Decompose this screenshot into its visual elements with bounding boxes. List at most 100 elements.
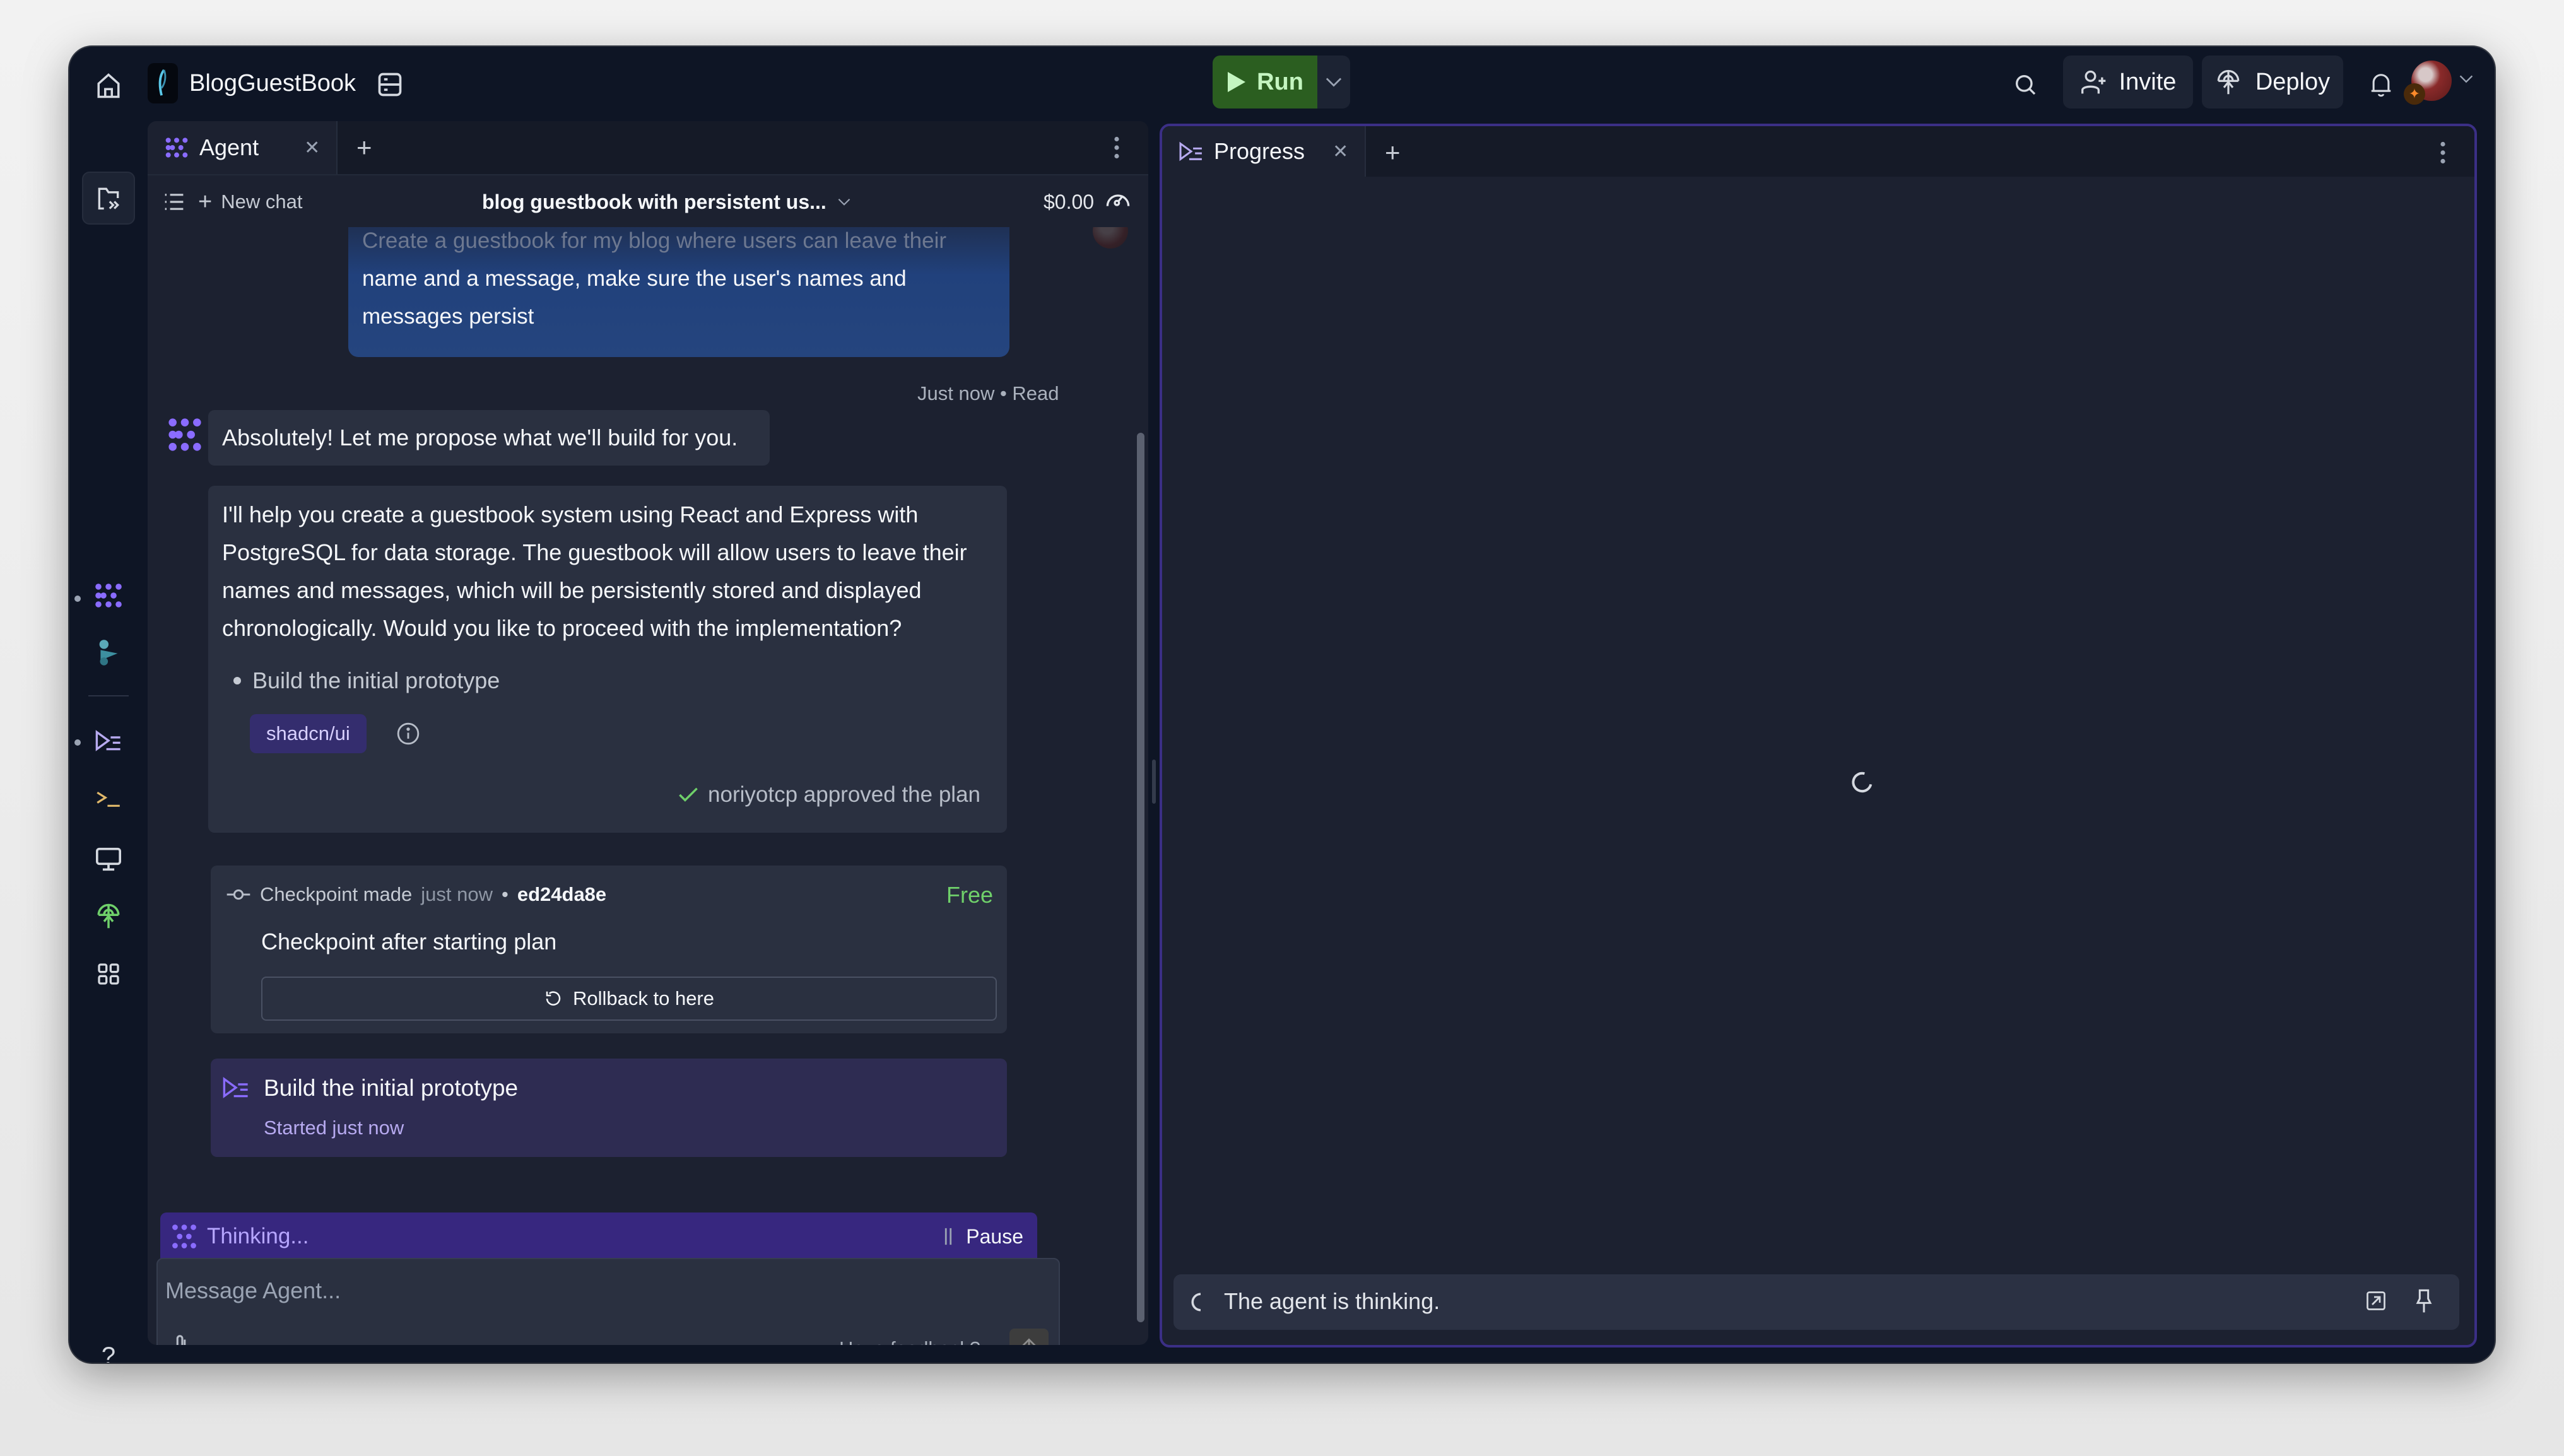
checkpoint-hash: ed24da8e — [517, 883, 607, 905]
invite-button[interactable]: Invite — [2063, 56, 2193, 109]
pin-button[interactable] — [2415, 1288, 2440, 1316]
open-external-icon — [2367, 1291, 2385, 1310]
agent-tab-bar: Agent ✕ + — [148, 121, 1148, 174]
agent-active-dot — [74, 596, 81, 602]
run-button[interactable]: Run — [1213, 56, 1317, 109]
pause-button[interactable]: Pause — [943, 1221, 1023, 1252]
add-tab-button[interactable]: + — [338, 121, 391, 174]
list-icon — [165, 194, 184, 210]
rail-divider — [88, 695, 129, 696]
chat-history-button[interactable] — [162, 189, 187, 214]
rail-shell-button[interactable] — [82, 772, 135, 825]
approved-text: noriyotcp approved the plan — [708, 782, 980, 807]
chat-title: blog guestbook with persistent us... — [482, 190, 826, 213]
agent-icon — [95, 584, 122, 608]
help-icon: ? — [101, 1342, 116, 1363]
rail-webview-button[interactable] — [82, 833, 135, 886]
progress-tab-bar: Progress ✕ + — [1162, 126, 2474, 177]
progress-panel-menu[interactable] — [2430, 139, 2455, 167]
add-tab-button[interactable]: + — [1366, 126, 1419, 179]
chevron-down-icon — [838, 198, 850, 206]
thinking-bar: Thinking... Pause — [160, 1212, 1037, 1259]
close-tab-icon[interactable]: ✕ — [1332, 141, 1348, 163]
folder-icon — [98, 187, 120, 210]
pause-icon — [945, 1228, 952, 1245]
run-options-dropdown[interactable] — [1317, 56, 1350, 109]
arrow-up-icon — [1022, 1338, 1036, 1345]
feedback-link[interactable]: Have feedback? — [839, 1337, 980, 1345]
message-input[interactable] — [165, 1272, 796, 1310]
checkpoint-price: Free — [946, 882, 993, 908]
loading-spinner-icon — [1187, 1291, 1211, 1315]
add-user-icon — [2081, 70, 2105, 94]
home-icon[interactable] — [91, 68, 126, 103]
message-meta: Just now • Read — [917, 382, 1059, 404]
agent-panel-menu[interactable] — [1104, 134, 1129, 161]
checkpoint-time: just now — [421, 883, 493, 905]
plan-card: I'll help you create a guestbook system … — [208, 486, 1007, 833]
send-button[interactable] — [1009, 1329, 1049, 1345]
agent-icon — [172, 1224, 196, 1248]
progress-panel: Progress ✕ + The agent is thinking. — [1160, 124, 2477, 1347]
agent-avatar-icon — [167, 416, 204, 454]
checkpoint-title: Checkpoint after starting plan — [261, 929, 557, 954]
rail-deployments-button[interactable] — [82, 889, 135, 942]
rail-assistant-button[interactable] — [82, 626, 135, 679]
tab-progress[interactable]: Progress ✕ — [1162, 126, 1367, 177]
progress-active-dot — [74, 739, 81, 746]
monitor-icon — [96, 847, 121, 871]
plus-icon: + — [1384, 138, 1401, 167]
search-button[interactable] — [2006, 66, 2044, 103]
checkpoint-header: Checkpoint made just now • ed24da8e — [226, 883, 606, 906]
rollback-label: Rollback to here — [572, 987, 714, 1009]
new-chat-button[interactable]: + New chat — [198, 187, 302, 217]
database-icon[interactable] — [373, 68, 406, 101]
tab-progress-label: Progress — [1214, 138, 1305, 164]
rollback-button[interactable]: Rollback to here — [261, 977, 997, 1021]
deploy-globe-icon — [97, 903, 120, 929]
agent-panel: Agent ✕ + + New chat blog guestbook with… — [148, 121, 1148, 1345]
checkpoint-label: Checkpoint made — [260, 883, 413, 905]
usage-button[interactable] — [1105, 189, 1133, 214]
rail-agent-button[interactable] — [82, 569, 135, 622]
rail-files-button[interactable] — [82, 172, 135, 225]
attach-button[interactable] — [172, 1332, 194, 1345]
rail-all-tools-button[interactable] — [82, 948, 135, 1001]
user-message-line: messages persist — [362, 304, 534, 329]
plan-step: Build the initial prototype — [233, 667, 500, 694]
app-window: BlogGuestBook Run Invite Deploy ✦ ? Agen… — [69, 47, 2495, 1363]
chat-messages[interactable]: Create a guestbook for my blog where use… — [148, 227, 1148, 1199]
chat-title-dropdown[interactable]: blog guestbook with persistent us... — [482, 187, 850, 217]
progress-icon — [1179, 141, 1202, 161]
terminal-icon — [97, 791, 120, 807]
panel-resize-handle[interactable] — [1152, 760, 1156, 804]
chat-scrollbar[interactable] — [1137, 433, 1144, 1322]
open-in-new-button[interactable] — [2365, 1289, 2390, 1315]
deploy-button[interactable]: Deploy — [2202, 56, 2343, 109]
pin-icon — [2416, 1289, 2432, 1313]
invite-label: Invite — [2119, 68, 2177, 95]
gauge-icon — [1106, 194, 1130, 206]
help-button[interactable]: ? — [82, 1330, 135, 1363]
notifications-button[interactable] — [2362, 66, 2400, 103]
close-tab-icon[interactable]: ✕ — [304, 137, 320, 159]
new-chat-label: New chat — [221, 191, 303, 213]
user-menu[interactable]: ✦ — [2404, 61, 2479, 109]
progress-step-card[interactable]: Build the initial prototype Started just… — [211, 1059, 1007, 1157]
more-vertical-icon — [1114, 136, 1119, 159]
plan-approval-status: noriyotcp approved the plan — [678, 782, 980, 807]
chevron-down-icon — [1326, 78, 1342, 87]
tab-agent[interactable]: Agent ✕ — [148, 121, 338, 174]
app-title[interactable]: BlogGuestBook — [189, 66, 356, 101]
info-icon[interactable] — [396, 722, 421, 747]
rail-progress-button[interactable] — [82, 714, 135, 767]
run-button-group: Run — [1213, 56, 1350, 109]
more-vertical-icon — [2440, 141, 2445, 164]
separator: • — [501, 883, 509, 905]
assistant-icon — [99, 640, 118, 666]
commit-icon — [226, 889, 250, 900]
plus-icon: + — [356, 132, 372, 162]
progress-icon — [222, 1076, 252, 1101]
deploy-label: Deploy — [2255, 68, 2331, 95]
replit-logo[interactable] — [148, 63, 178, 103]
